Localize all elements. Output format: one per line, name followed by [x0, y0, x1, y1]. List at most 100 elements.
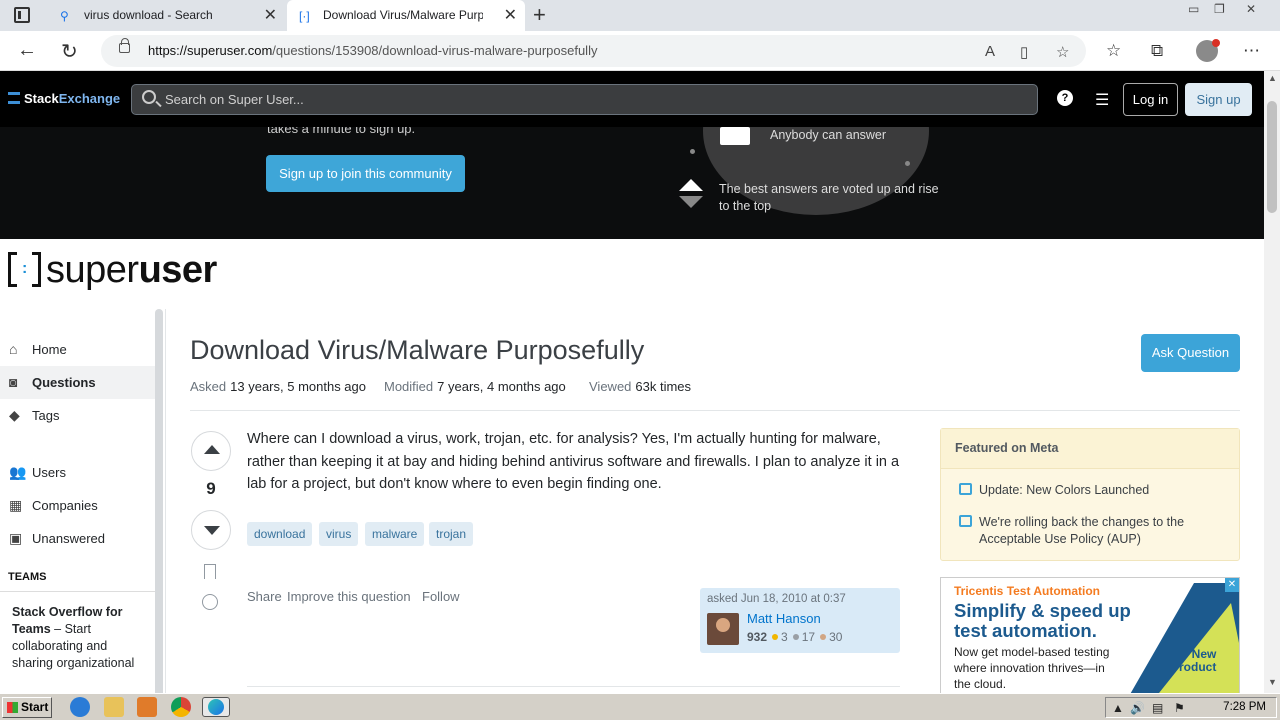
browser-tab-superuser[interactable]: [·] Download Virus/Malware Purpos ✕ [287, 0, 525, 31]
chrome-icon[interactable] [171, 697, 191, 717]
read-aloud-icon[interactable]: A [985, 43, 995, 60]
downvote-graphic-icon [679, 196, 703, 208]
asker-reputation: 932 3 17 30 [747, 630, 843, 644]
browser-tab-search[interactable]: ⚲ virus download - Search ✕ [48, 0, 285, 31]
meta-post-icon [959, 483, 972, 495]
url-text[interactable]: https://superuser.com/questions/153908/d… [148, 43, 597, 58]
asker-name[interactable]: Matt Hanson [747, 611, 821, 626]
edge-icon[interactable] [202, 697, 230, 717]
tag-download[interactable]: download [247, 522, 313, 546]
asked-date[interactable]: asked Jun 18, 2010 at 0:37 [707, 593, 846, 605]
close-tab-icon[interactable]: ✕ [264, 0, 277, 31]
address-bar[interactable]: https://superuser.com/questions/153908/d… [101, 35, 1086, 67]
nav-item-unanswered[interactable]: ▣ Unanswered [0, 522, 155, 555]
close-tab-icon[interactable]: ✕ [504, 0, 517, 31]
bookmark-icon[interactable] [204, 564, 216, 579]
add-favorite-icon[interactable]: ☆ [1056, 43, 1069, 61]
asked-meta: Asked 13 years, 5 months ago [190, 379, 366, 394]
file-explorer-icon[interactable] [104, 697, 124, 717]
modified-meta[interactable]: Modified 7 years, 4 months ago [384, 379, 566, 394]
start-button[interactable]: Start [2, 697, 52, 718]
profile-avatar[interactable] [1196, 39, 1220, 62]
immersive-reader-icon[interactable]: ▯ [1020, 43, 1028, 61]
upvote-button[interactable] [191, 431, 231, 471]
signup-button[interactable]: Sign up [1185, 83, 1252, 116]
nav-item-tags[interactable]: ◆ Tags [0, 399, 155, 432]
divider [190, 410, 1240, 411]
featured-item[interactable]: Update: New Colors Launched [979, 482, 1229, 499]
taskbar-clock[interactable]: 7:28 PM [1223, 701, 1266, 713]
system-tray: ▲ 🔊 ▤ ⚑ 7:28 PM [1105, 697, 1277, 718]
windows-taskbar: Start ▲ 🔊 ▤ ⚑ 7:28 PM [0, 693, 1280, 720]
scrollbar-thumb[interactable] [1267, 101, 1277, 213]
upvote-arrow-icon [204, 445, 220, 454]
scroll-up-icon[interactable]: ▲ [1268, 73, 1277, 83]
help-icon[interactable]: ? [1057, 90, 1073, 106]
follow-link[interactable]: Follow [422, 589, 460, 604]
history-icon[interactable] [202, 594, 218, 610]
nav-item-companies[interactable]: ▦ Companies [0, 489, 155, 522]
join-community-button[interactable]: Sign up to join this community [266, 155, 465, 192]
left-sidebar-nav: ⌂ Home ◙ Questions ◆ Tags 👥 Users ▦ Comp… [0, 309, 155, 701]
tag-trojan[interactable]: trojan [429, 522, 474, 546]
back-arrow-icon[interactable]: ← [17, 39, 37, 62]
close-window-button[interactable]: ✕ [1246, 2, 1256, 16]
action-center-flag-icon[interactable]: ⚑ [1174, 701, 1185, 715]
page-scrollbar[interactable]: ▲ ▼ [1264, 71, 1280, 693]
minimize-window-button[interactable]: ▭ [1188, 2, 1199, 16]
nav-item-home[interactable]: ⌂ Home [0, 333, 155, 366]
favorites-icon[interactable]: ☆ [1106, 41, 1121, 61]
teams-promo: Stack Overflow for Teams – Start collabo… [0, 591, 155, 701]
meta-post-icon [959, 515, 972, 527]
downvote-button[interactable] [191, 510, 231, 550]
question-body: Where can I download a virus, work, troj… [247, 431, 900, 492]
show-hidden-icons-icon[interactable]: ▲ [1112, 701, 1124, 715]
site-switcher-icon[interactable]: ☰ [1095, 90, 1109, 110]
internet-explorer-icon[interactable] [70, 697, 90, 717]
improve-question-link[interactable]: Improve this question [287, 589, 411, 604]
search-icon [142, 90, 156, 104]
nav-item-users[interactable]: 👥 Users [0, 456, 155, 489]
tab-title: virus download - Search [84, 8, 213, 22]
ad-brand: Tricentis Test Automation [954, 584, 1101, 598]
collections-icon[interactable]: ⧉ [1151, 41, 1163, 61]
refresh-icon[interactable]: ↻ [61, 39, 78, 64]
superuser-favicon-icon: [·] [299, 9, 310, 23]
browser-toolbar: ← ↻ https://superuser.com/questions/1539… [0, 31, 1280, 71]
logo-bracket-icon [8, 252, 17, 287]
login-button[interactable]: Log in [1123, 83, 1178, 116]
home-icon: ⌂ [9, 341, 18, 357]
banner-anybody-answer: Anybody can answer [770, 128, 887, 142]
divider [247, 686, 900, 687]
asker-card: asked Jun 18, 2010 at 0:37 Matt Hanson 9… [700, 588, 900, 653]
ask-question-button[interactable]: Ask Question [1141, 334, 1240, 372]
restore-window-button[interactable]: ❐ [1214, 2, 1225, 16]
site-search-input[interactable]: Search on Super User... [131, 84, 1038, 115]
edge-logo-icon [208, 699, 224, 715]
stackexchange-header: StackExchange Search on Super User... ? … [0, 71, 1264, 127]
more-options-icon[interactable]: ⋯ [1243, 41, 1260, 61]
question-title[interactable]: Download Virus/Malware Purposefully [190, 335, 644, 366]
search-placeholder: Search on Super User... [165, 92, 304, 107]
tag-virus[interactable]: virus [319, 522, 359, 546]
close-ad-icon[interactable]: ✕ [1225, 578, 1239, 592]
tab-title: Download Virus/Malware Purpos [323, 8, 483, 22]
vote-count: 9 [206, 479, 216, 498]
nav-item-questions[interactable]: ◙ Questions [0, 366, 155, 399]
lock-icon [119, 38, 130, 53]
media-player-icon[interactable] [137, 697, 157, 717]
new-tab-button[interactable]: + [533, 2, 546, 28]
silver-badge-icon [792, 634, 799, 640]
tab-actions-icon[interactable] [14, 7, 30, 23]
share-link[interactable]: Share [247, 589, 282, 604]
scroll-down-icon[interactable]: ▼ [1268, 677, 1277, 687]
stackexchange-logo[interactable]: StackExchange [8, 91, 120, 106]
sidebar-ad[interactable]: Tricentis Test Automation Simplify & spe… [940, 577, 1240, 699]
tag-malware[interactable]: malware [365, 522, 425, 546]
logo-bracket-icon [32, 252, 41, 287]
featured-item[interactable]: We're rolling back the changes to the Ac… [979, 514, 1229, 548]
volume-icon[interactable]: 🔊 [1130, 701, 1145, 715]
avatar[interactable] [707, 613, 739, 645]
network-icon[interactable]: ▤ [1152, 701, 1163, 715]
nav-scrollbar[interactable] [155, 309, 163, 699]
